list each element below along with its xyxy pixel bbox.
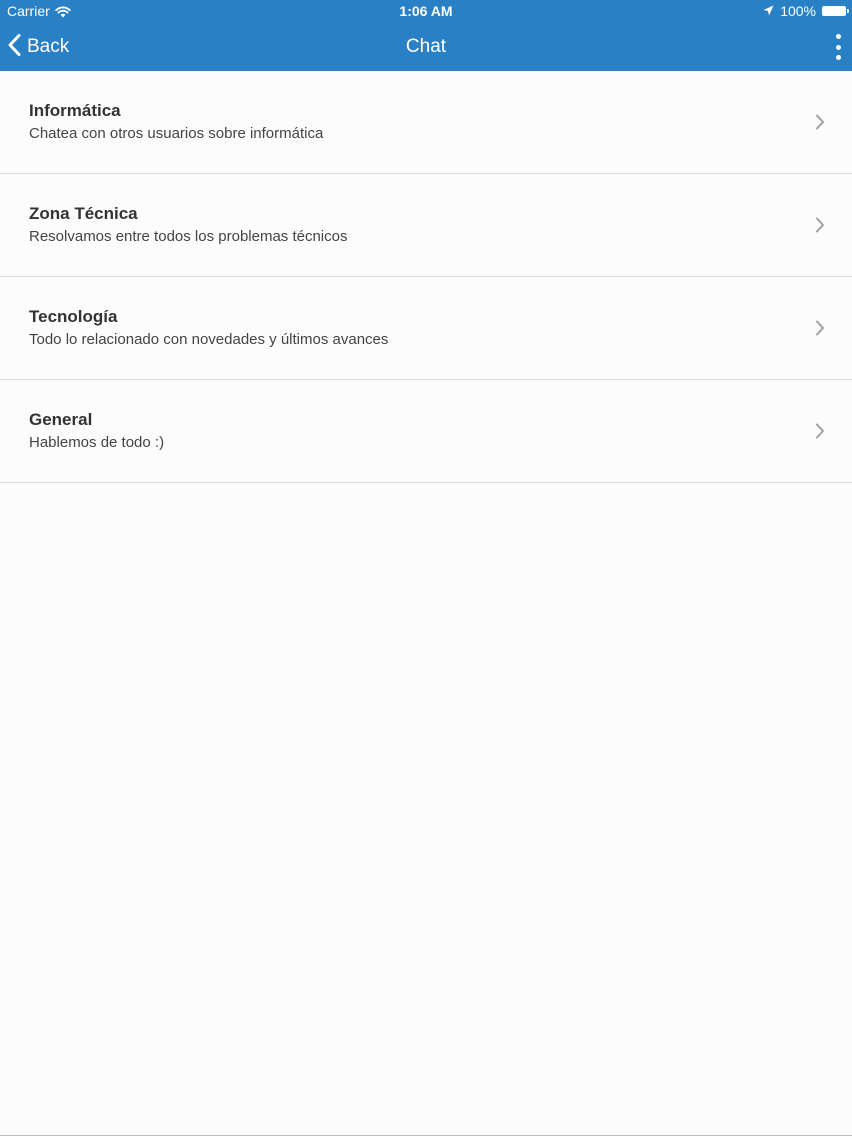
- chat-room-title: Informática: [29, 101, 121, 120]
- top-bar: Carrier 1:06 AM 100% Back Chat: [0, 0, 852, 71]
- location-arrow-icon: [763, 3, 774, 19]
- chevron-right-icon: [816, 217, 824, 233]
- page-title: Chat: [405, 36, 447, 57]
- status-time: 1:06 AM: [399, 3, 453, 19]
- chevron-right-icon: [816, 423, 824, 439]
- chat-room-list: Informática Chatea con otros usuarios so…: [0, 71, 852, 483]
- battery-icon: [822, 6, 849, 16]
- more-vertical-icon[interactable]: [832, 34, 844, 60]
- chat-room-subtitle: Chatea con otros usuarios sobre informát…: [29, 125, 324, 142]
- more-dot: [835, 44, 841, 50]
- status-right: 100%: [763, 3, 849, 19]
- more-dot: [835, 55, 841, 60]
- chat-room-title: Tecnología: [29, 307, 118, 326]
- chat-room-subtitle: Todo lo relacionado con novedades y últi…: [29, 331, 389, 348]
- chat-room-subtitle: Hablemos de todo :): [29, 434, 165, 451]
- chat-room-item-informatica[interactable]: Informática Chatea con otros usuarios so…: [0, 71, 852, 174]
- battery-percent: 100%: [780, 3, 816, 19]
- status-bar: Carrier 1:06 AM 100%: [0, 0, 852, 22]
- chevron-right-icon: [816, 320, 824, 336]
- chat-room-item-zona-tecnica[interactable]: Zona Técnica Resolvamos entre todos los …: [0, 174, 852, 277]
- chat-room-subtitle: Resolvamos entre todos los problemas téc…: [29, 228, 348, 245]
- chat-room-item-tecnologia[interactable]: Tecnología Todo lo relacionado con noved…: [0, 277, 852, 380]
- navigation-bar: Back Chat: [0, 22, 852, 71]
- chat-room-item-general[interactable]: General Hablemos de todo :): [0, 380, 852, 483]
- chat-room-title: Zona Técnica: [29, 204, 138, 223]
- chevron-right-icon: [816, 114, 824, 130]
- chat-room-title: General: [29, 410, 93, 429]
- more-dot: [835, 34, 841, 39]
